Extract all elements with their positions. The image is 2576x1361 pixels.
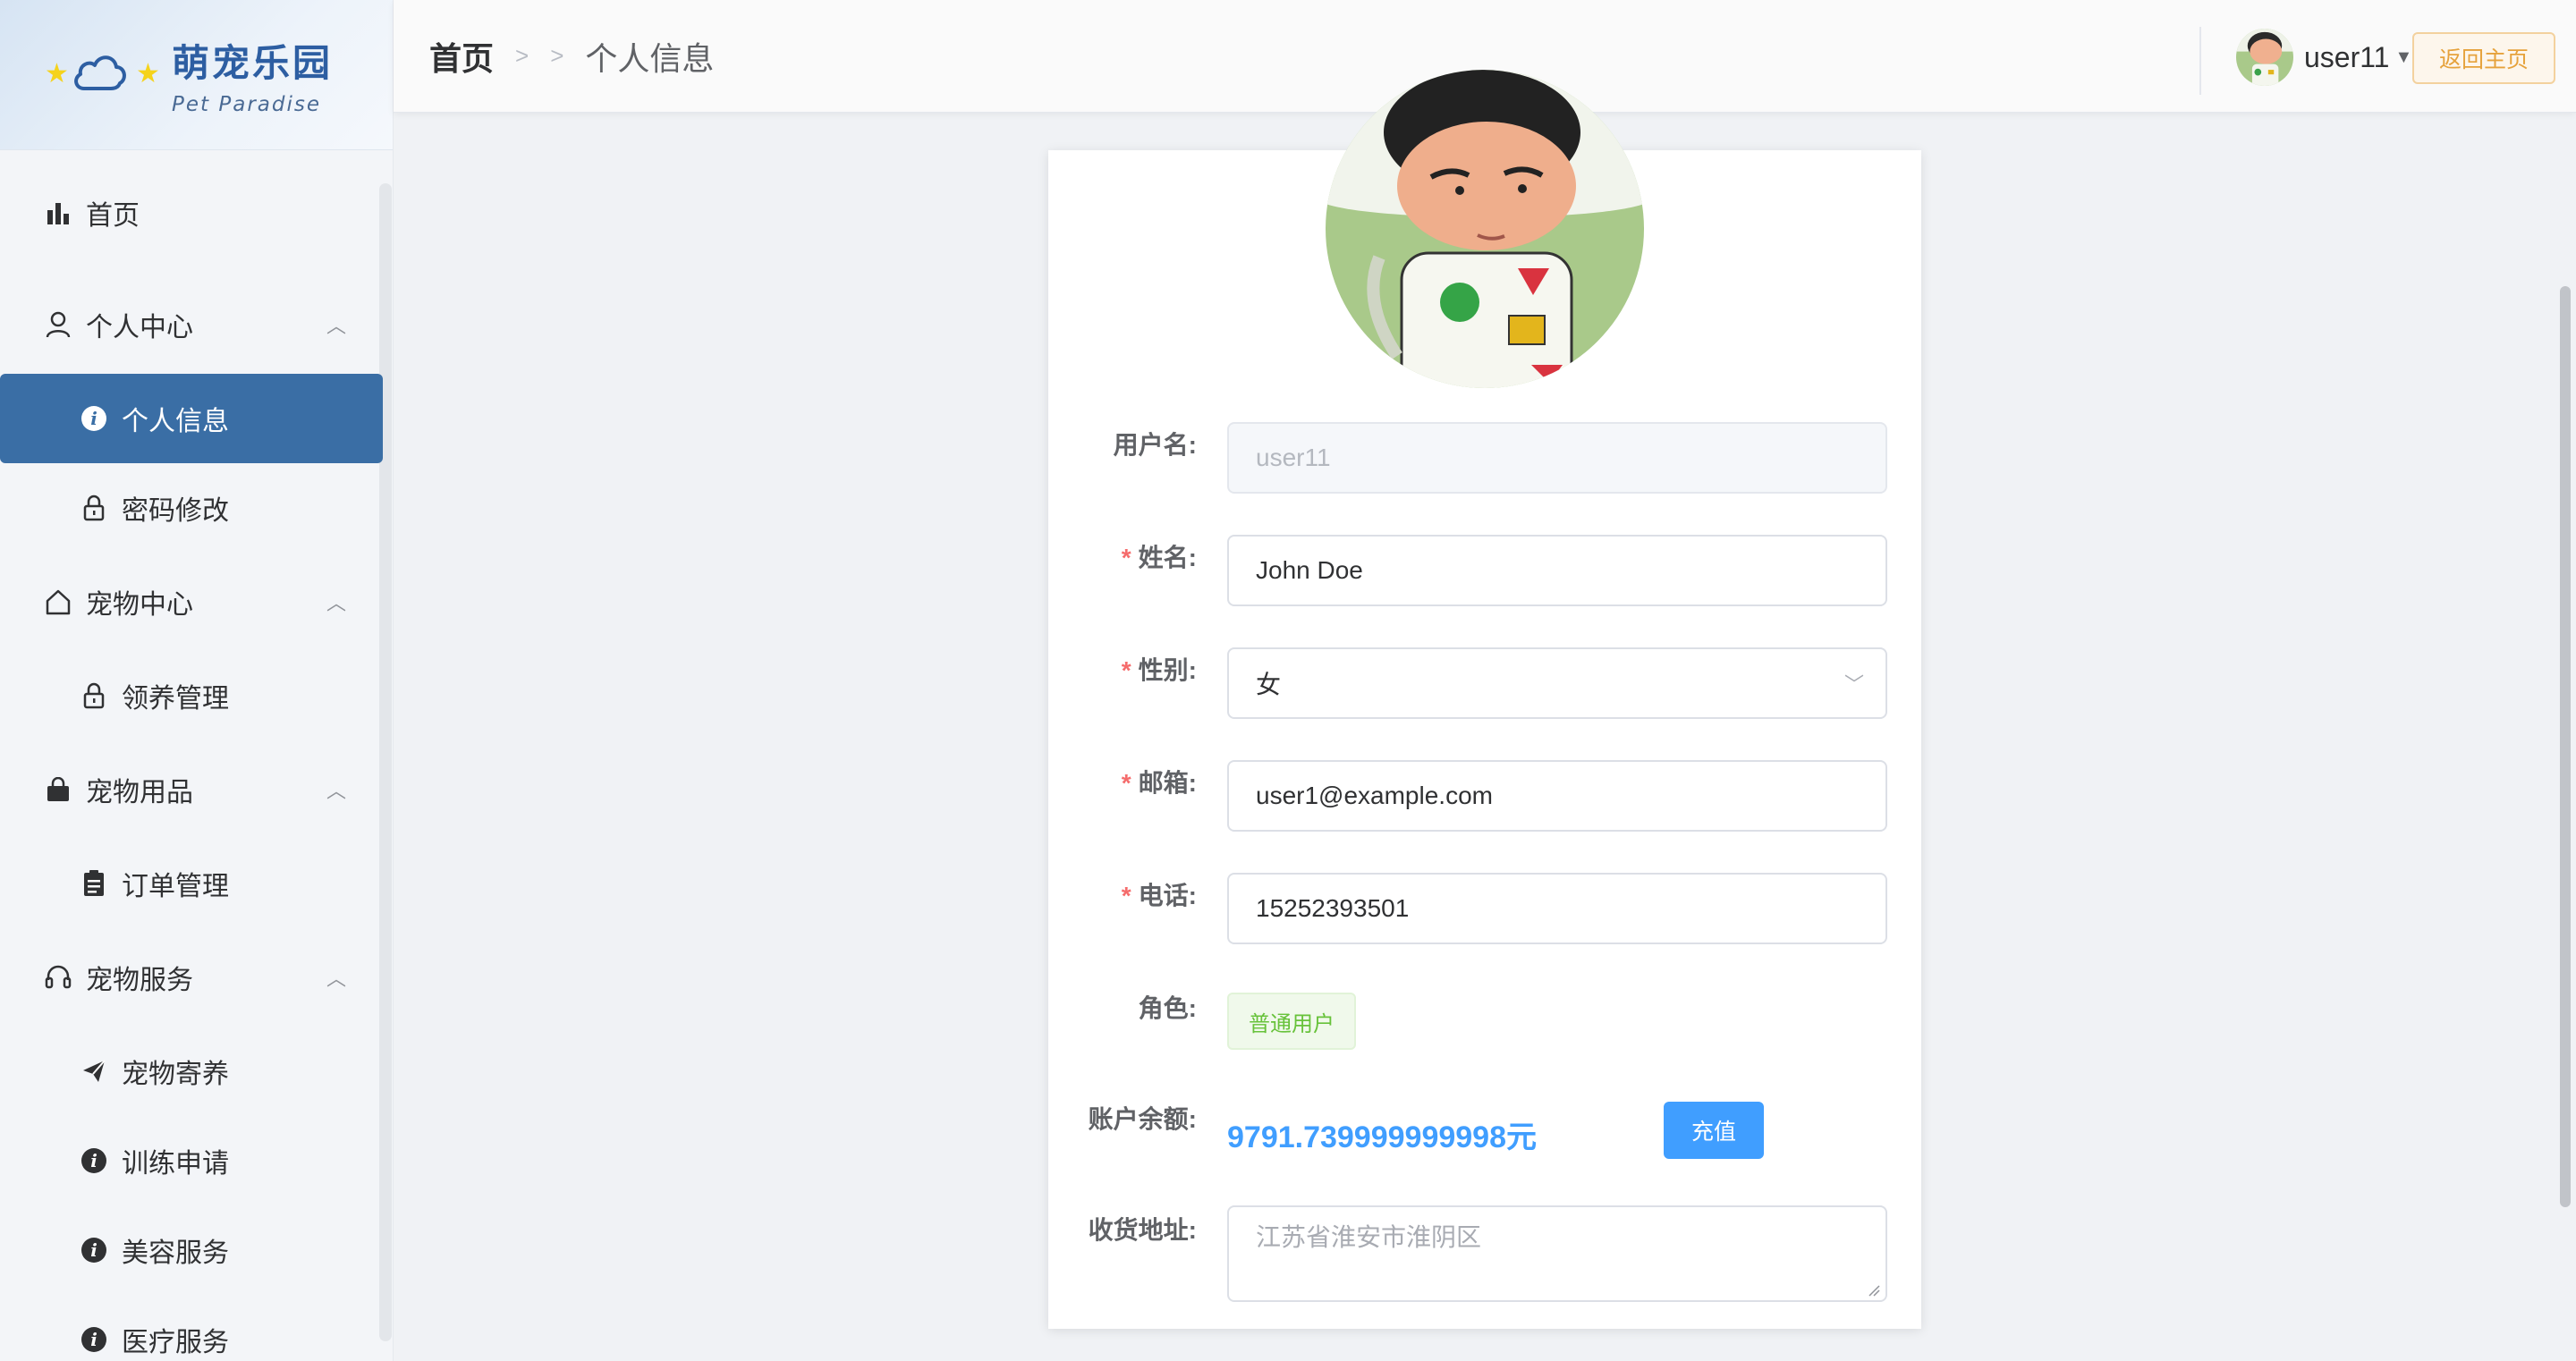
sidebar-item-label: 宠物中心 — [86, 590, 193, 620]
sidebar-item-adoption-management[interactable]: 领养管理 — [0, 651, 385, 740]
email-field[interactable]: user1@example.com — [1227, 760, 1887, 832]
chevron-up-icon: ︿ — [326, 780, 347, 802]
required-asterisk: * — [1121, 544, 1131, 571]
send-icon — [79, 1059, 109, 1084]
sidebar-item-order-management[interactable]: 订单管理 — [0, 839, 385, 928]
sidebar-item-label: 个人信息 — [122, 407, 229, 436]
logo-emblem: ★ ★ — [43, 44, 163, 106]
sidebar-item-home[interactable]: 首页 — [0, 150, 385, 275]
chevron-up-icon: ︿ — [326, 592, 347, 614]
name-label: 姓名: — [1138, 544, 1197, 571]
sidebar-group-pet-center[interactable]: 宠物中心 ︿ — [0, 553, 385, 651]
sidebar-item-label: 宠物寄养 — [122, 1060, 229, 1089]
role-tag: 普通用户 — [1227, 993, 1356, 1050]
star-icon: ★ — [136, 58, 160, 89]
gender-selected-value: 女 — [1256, 671, 1282, 698]
name-field[interactable]: John Doe — [1227, 535, 1887, 606]
required-asterisk: * — [1121, 769, 1131, 797]
phone-field[interactable]: 15252393501 — [1227, 873, 1887, 944]
sidebar-group-pet-services[interactable]: 宠物服务 ︿ — [0, 928, 385, 1027]
profile-avatar[interactable] — [1326, 70, 1644, 388]
breadcrumb: 首页 > > 个人信息 — [394, 33, 714, 80]
info-icon: i — [79, 1148, 109, 1173]
sidebar-item-training-application[interactable]: i 训练申请 — [0, 1116, 385, 1205]
address-label: 收货地址: — [1088, 1216, 1197, 1244]
chevron-up-icon: ︿ — [326, 315, 347, 337]
email-label: 邮箱: — [1138, 769, 1197, 797]
sidebar-item-label: 个人中心 — [86, 313, 193, 342]
app-subtitle: Pet Paradise — [172, 93, 321, 116]
role-label: 角色: — [1138, 994, 1197, 1022]
required-asterisk: * — [1121, 882, 1131, 909]
recharge-button[interactable]: 充值 — [1664, 1102, 1764, 1159]
gender-label: 性别: — [1138, 656, 1197, 684]
sidebar-item-grooming-service[interactable]: i 美容服务 — [0, 1205, 385, 1295]
gender-select[interactable]: 女 ﹀ — [1227, 647, 1887, 719]
sidebar-item-label: 订单管理 — [122, 872, 229, 901]
info-icon: i — [79, 1238, 109, 1263]
balance-value: 9791.739999999998元 — [1227, 1120, 1537, 1154]
logo[interactable]: ★ ★ 萌宠乐园 Pet Paradise — [0, 0, 393, 150]
sidebar-item-label: 密码修改 — [122, 496, 229, 526]
sidebar-item-label: 美容服务 — [122, 1238, 229, 1268]
breadcrumb-current: 个人信息 — [585, 39, 715, 77]
username-label: 用户名: — [1113, 431, 1197, 459]
required-asterisk: * — [1121, 656, 1131, 684]
profile-card: 用户名: user11 * 姓名: John Doe * 性别: 女 ﹀ * 邮箱: … — [1048, 70, 1921, 1329]
clipboard-icon — [79, 870, 109, 897]
resize-grip-icon[interactable] — [1868, 1284, 1880, 1297]
sidebar-item-label: 训练申请 — [122, 1149, 229, 1179]
chevron-up-icon: ︿ — [326, 968, 347, 990]
caret-down-icon: ▼ — [2394, 46, 2413, 67]
username-field[interactable]: user11 — [1227, 422, 1887, 494]
chevron-right-icon: > — [515, 42, 530, 69]
sidebar-item-medical-service[interactable]: i 医疗服务 — [0, 1295, 385, 1361]
info-icon: i — [79, 1327, 109, 1352]
shopping-bag-icon — [43, 777, 73, 802]
sidebar-group-personal-center[interactable]: 个人中心 ︿ — [0, 275, 385, 374]
sidebar-group-pet-supplies[interactable]: 宠物用品 ︿ — [0, 740, 385, 839]
sidebar-item-label: 医疗服务 — [122, 1328, 229, 1357]
sidebar-item-label: 宠物服务 — [86, 966, 193, 995]
app-title: 萌宠乐园 — [172, 41, 334, 85]
home-icon — [43, 588, 73, 615]
sidebar-item-label: 宠物用品 — [86, 778, 193, 807]
balance-label: 账户余额: — [1088, 1105, 1197, 1133]
gender-label-wrap: * 性别: — [1048, 651, 1206, 687]
sidebar-item-label: 首页 — [86, 201, 140, 231]
chevron-down-icon: ﹀ — [1843, 673, 1864, 696]
user-dropdown[interactable]: user11 ▼ — [2236, 29, 2412, 86]
address-value: 江苏省淮安市淮阴区 — [1256, 1222, 1482, 1252]
sidebar-item-label: 领养管理 — [122, 684, 229, 714]
sidebar-item-password-change[interactable]: 密码修改 — [0, 463, 385, 553]
cloud-icon — [74, 55, 126, 90]
info-icon: i — [79, 406, 109, 431]
lock-icon — [79, 495, 109, 521]
chevron-right-icon: > — [550, 42, 564, 69]
logo-text: 萌宠乐园 Pet Paradise — [172, 33, 333, 116]
sidebar-item-pet-boarding[interactable]: 宠物寄养 — [0, 1027, 385, 1116]
main-scrollbar[interactable] — [2560, 286, 2571, 1207]
form-row-role: 角色: — [1048, 989, 1921, 1025]
lock-icon — [79, 682, 109, 709]
user-name: user11 — [2304, 40, 2390, 73]
star-icon: ★ — [45, 58, 69, 89]
headset-icon — [43, 964, 73, 991]
back-home-button[interactable]: 返回主页 — [2412, 32, 2555, 84]
bar-chart-icon — [43, 201, 73, 224]
email-label-wrap: * 邮箱: — [1048, 764, 1206, 799]
sidebar-item-personal-info[interactable]: i 个人信息 — [0, 374, 383, 463]
header-divider — [2199, 27, 2201, 95]
sidebar: ★ ★ 萌宠乐园 Pet Paradise 首页 个人中心 ︿ i 个人信息 密… — [0, 0, 394, 1361]
name-label-wrap: * 姓名: — [1048, 538, 1206, 574]
breadcrumb-home[interactable]: 首页 — [429, 33, 494, 80]
user-icon — [43, 311, 73, 338]
phone-label: 电话: — [1138, 882, 1197, 909]
sidebar-menu: 首页 个人中心 ︿ i 个人信息 密码修改 宠物中心 ︿ 领养管理 宠物用品 ︿… — [0, 150, 385, 1361]
phone-label-wrap: * 电话: — [1048, 876, 1206, 912]
address-textarea[interactable]: 江苏省淮安市淮阴区 — [1227, 1205, 1887, 1302]
avatar[interactable] — [2236, 29, 2293, 86]
